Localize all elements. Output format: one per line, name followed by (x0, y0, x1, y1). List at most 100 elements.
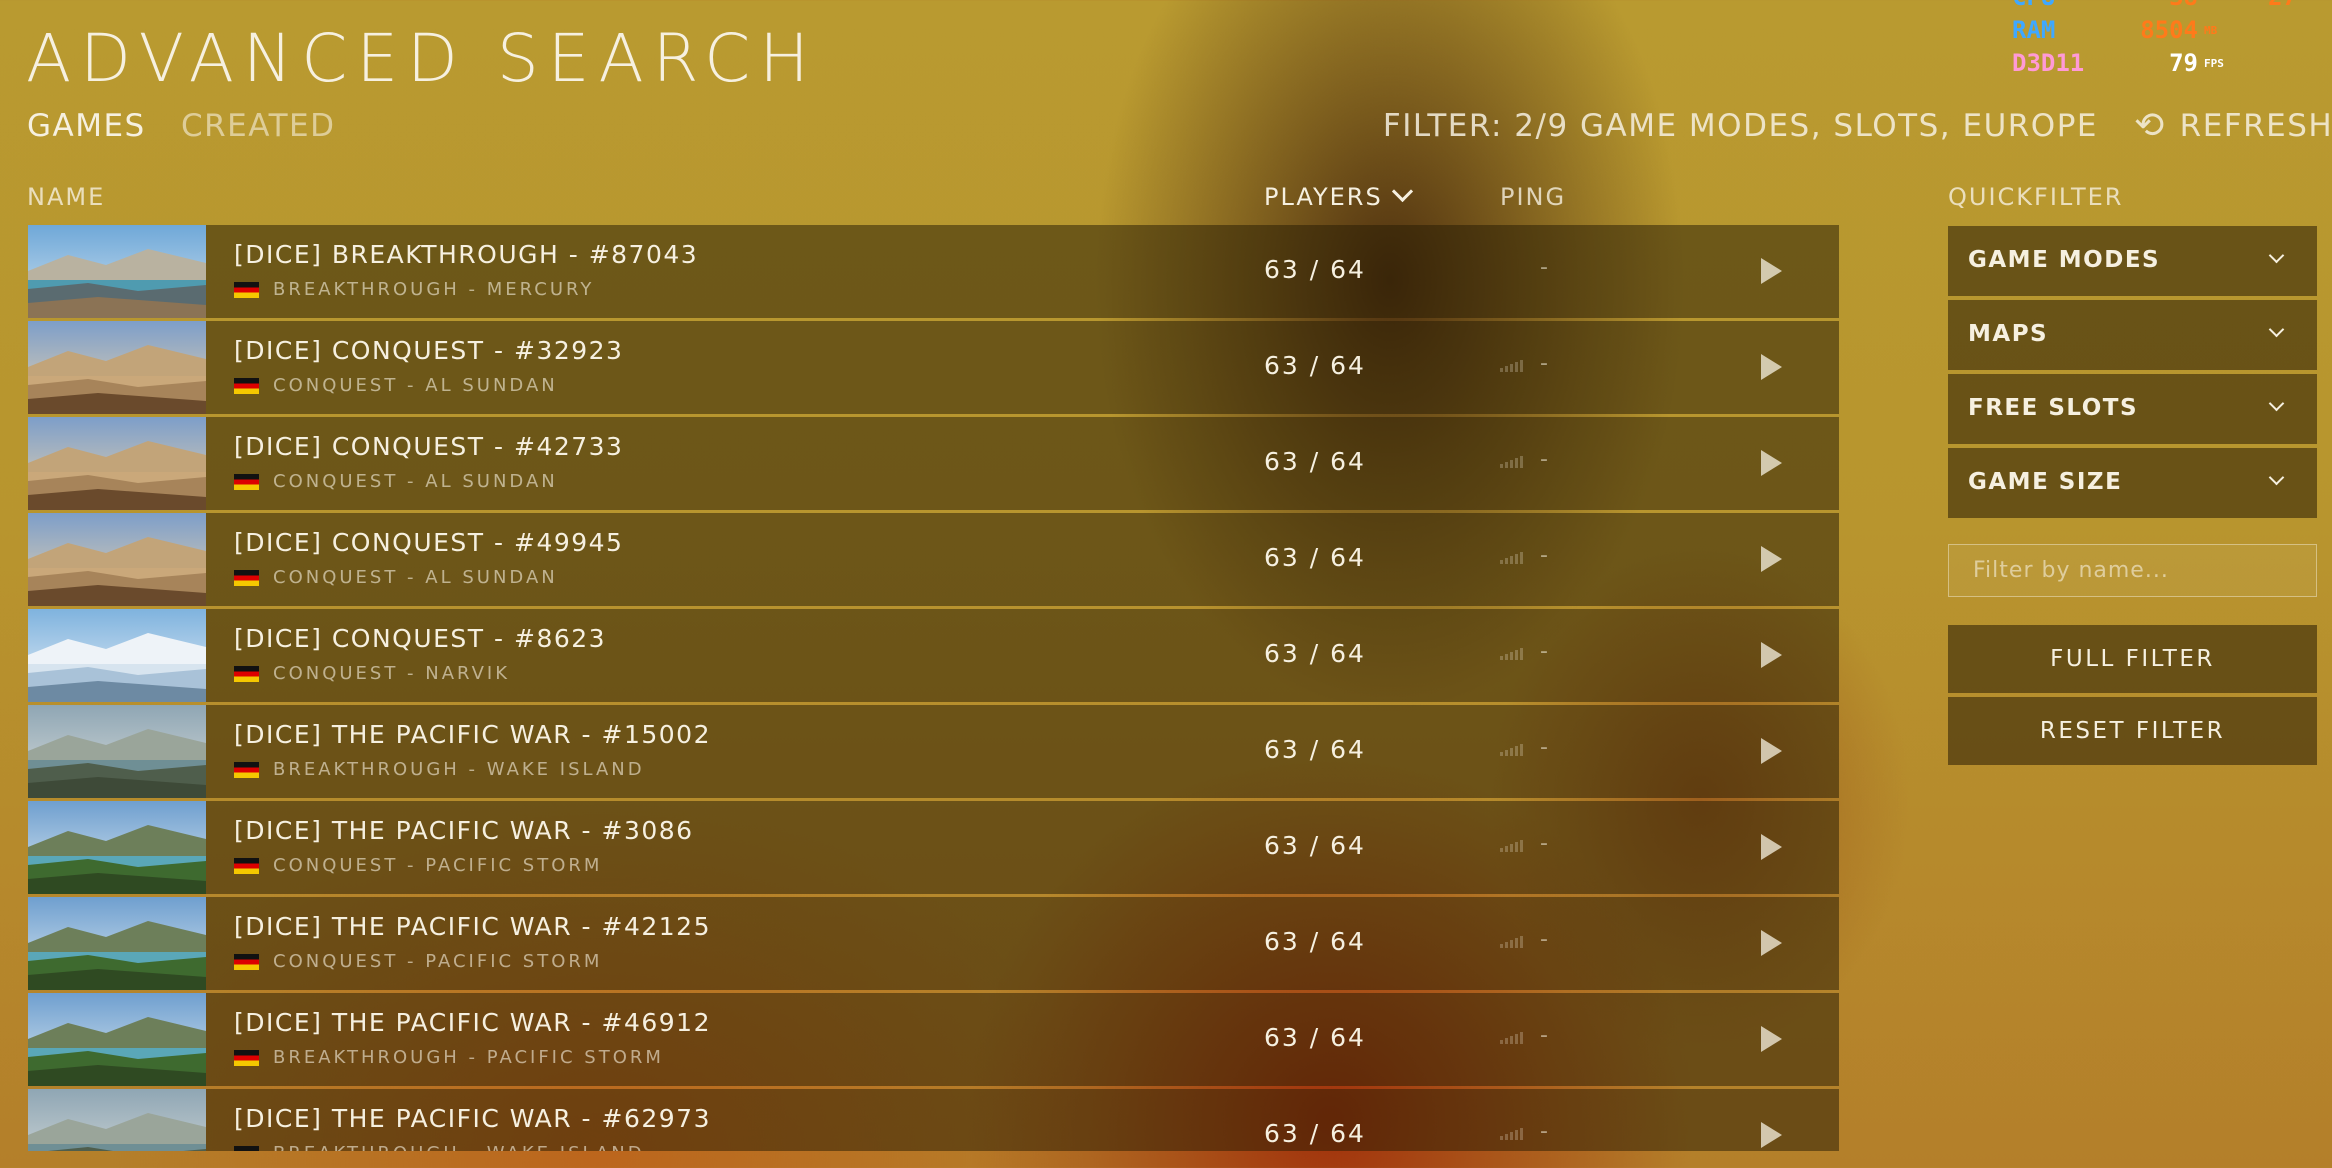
perf-api-label: D3D11 (2012, 49, 2085, 77)
full-filter-button[interactable]: FULL FILTER (1948, 625, 2317, 693)
quickfilter-maps[interactable]: MAPS (1948, 300, 2317, 370)
tab-created[interactable]: CREATED (181, 108, 335, 144)
map-thumbnail (28, 801, 206, 894)
perf-ram-unit: MB (2204, 24, 2218, 37)
germany-flag-icon (234, 857, 259, 874)
perf-fps-value: 79 (2169, 49, 2198, 77)
server-row[interactable]: [DICE] BREAKTHROUGH - #87043 BREAKTHROUGH… (28, 225, 1839, 318)
quickfilter-heading: QUICKFILTER (1948, 183, 2124, 211)
server-row[interactable]: [DICE] CONQUEST - #42733 CONQUEST - AL SU… (28, 417, 1839, 510)
play-icon[interactable] (1761, 546, 1782, 572)
play-icon[interactable] (1761, 450, 1782, 476)
server-mode-map: BREAKTHROUGH - PACIFIC STORM (273, 1047, 664, 1068)
sort-descending-icon (1391, 180, 1413, 203)
quickfilter-label: MAPS (1968, 321, 2049, 347)
map-thumbnail (28, 609, 206, 702)
play-icon[interactable] (1761, 258, 1782, 284)
server-name: [DICE] CONQUEST - #42733 (234, 432, 624, 461)
ping-value: - (1540, 927, 1548, 952)
player-count: 63 / 64 (1264, 1023, 1366, 1052)
player-count: 63 / 64 (1264, 543, 1366, 572)
server-name: [DICE] THE PACIFIC WAR - #15002 (234, 720, 711, 749)
column-header-players[interactable]: PLAYERS (1264, 180, 1413, 211)
perf-api-row: D3D11 79 FPS (2012, 47, 2297, 80)
quickfilter-label: GAME MODES (1968, 247, 2161, 273)
server-row[interactable]: [DICE] THE PACIFIC WAR - #62973 BREAKTHRO… (28, 1089, 1839, 1151)
map-thumbnail (28, 417, 206, 510)
server-row[interactable]: [DICE] THE PACIFIC WAR - #42125 CONQUEST … (28, 897, 1839, 990)
column-header-name[interactable]: NAME (27, 183, 105, 211)
signal-strength-icon (1500, 1030, 1523, 1044)
server-mode-map: CONQUEST - AL SUNDAN (273, 567, 558, 588)
ping-value: - (1540, 543, 1548, 568)
server-row[interactable]: [DICE] THE PACIFIC WAR - #3086 CONQUEST -… (28, 801, 1839, 894)
germany-flag-icon (234, 569, 259, 586)
quickfilter-label: GAME SIZE (1968, 469, 2123, 495)
column-header-players-label: PLAYERS (1264, 183, 1383, 211)
column-header-ping[interactable]: PING (1500, 183, 1566, 211)
ping-value: - (1540, 1119, 1548, 1144)
player-count: 63 / 64 (1264, 831, 1366, 860)
play-icon[interactable] (1761, 930, 1782, 956)
play-icon[interactable] (1761, 642, 1782, 668)
server-name: [DICE] CONQUEST - #8623 (234, 624, 607, 653)
server-list[interactable]: [DICE] BREAKTHROUGH - #87043 BREAKTHROUGH… (28, 225, 1839, 1151)
map-thumbnail (28, 225, 206, 318)
server-row[interactable]: [DICE] THE PACIFIC WAR - #46912 BREAKTHRO… (28, 993, 1839, 1086)
player-count: 63 / 64 (1264, 255, 1366, 284)
server-row[interactable]: [DICE] CONQUEST - #49945 CONQUEST - AL SU… (28, 513, 1839, 606)
play-icon[interactable] (1761, 354, 1782, 380)
signal-strength-icon (1500, 646, 1523, 660)
play-icon[interactable] (1761, 1026, 1782, 1052)
ping-value: - (1540, 447, 1548, 472)
map-thumbnail (28, 897, 206, 990)
server-mode-map: CONQUEST - PACIFIC STORM (273, 855, 603, 876)
ping-value: - (1540, 639, 1548, 664)
reset-filter-button[interactable]: RESET FILTER (1948, 697, 2317, 765)
filter-by-name-input[interactable] (1948, 544, 2317, 597)
play-icon[interactable] (1761, 738, 1782, 764)
server-mode-map: CONQUEST - AL SUNDAN (273, 471, 558, 492)
player-count: 63 / 64 (1264, 927, 1366, 956)
server-details: BREAKTHROUGH - WAKE ISLAND (234, 1143, 645, 1151)
perf-cpu-extra: 27 (2268, 0, 2297, 11)
germany-flag-icon (234, 953, 259, 970)
quickfilter-free-slots[interactable]: FREE SLOTS (1948, 374, 2317, 444)
play-icon[interactable] (1761, 1122, 1782, 1148)
signal-strength-icon (1500, 1126, 1523, 1140)
perf-ram-value: 8504 (2140, 16, 2198, 44)
server-details: BREAKTHROUGH - WAKE ISLAND (234, 759, 645, 780)
perf-ram-label: RAM (2012, 16, 2056, 44)
server-mode-map: BREAKTHROUGH - WAKE ISLAND (273, 759, 645, 780)
ping-value: - (1540, 831, 1548, 856)
ping-value: - (1540, 351, 1548, 376)
server-row[interactable]: [DICE] CONQUEST - #8623 CONQUEST - NARVIK… (28, 609, 1839, 702)
server-row[interactable]: [DICE] THE PACIFIC WAR - #15002 BREAKTHRO… (28, 705, 1839, 798)
quickfilter-label: FREE SLOTS (1968, 395, 2139, 421)
server-details: BREAKTHROUGH - PACIFIC STORM (234, 1047, 664, 1068)
performance-overlay: CPU38 27 RAM 8504 MB D3D11 79 FPS (2012, 0, 2297, 80)
active-filter-summary: FILTER: 2/9 GAME MODES, SLOTS, EUROPE (1382, 108, 2098, 144)
signal-strength-icon (1500, 358, 1523, 372)
play-icon[interactable] (1761, 834, 1782, 860)
refresh-button[interactable]: ⟲ REFRESH (2134, 105, 2332, 146)
perf-ram-row: RAM 8504 MB (2012, 14, 2297, 47)
server-row[interactable]: [DICE] CONQUEST - #32923 CONQUEST - AL SU… (28, 321, 1839, 414)
player-count: 63 / 64 (1264, 735, 1366, 764)
server-name: [DICE] CONQUEST - #49945 (234, 528, 624, 557)
page-title: ADVANCED SEARCH (26, 20, 818, 97)
player-count: 63 / 64 (1264, 1119, 1366, 1148)
server-name: [DICE] THE PACIFIC WAR - #62973 (234, 1104, 711, 1133)
map-thumbnail (28, 513, 206, 606)
quickfilter-game-modes[interactable]: GAME MODES (1948, 226, 2317, 296)
refresh-label: REFRESH (2179, 107, 2332, 144)
server-details: BREAKTHROUGH - MERCURY (234, 279, 594, 300)
chevron-down-icon (2268, 469, 2285, 486)
server-details: CONQUEST - AL SUNDAN (234, 471, 558, 492)
server-mode-map: CONQUEST - PACIFIC STORM (273, 951, 603, 972)
ping-value: - (1540, 735, 1548, 760)
quickfilter-game-size[interactable]: GAME SIZE (1948, 448, 2317, 518)
tab-games[interactable]: GAMES (27, 108, 146, 144)
ping-value: - (1540, 1023, 1548, 1048)
map-thumbnail (28, 1089, 206, 1151)
